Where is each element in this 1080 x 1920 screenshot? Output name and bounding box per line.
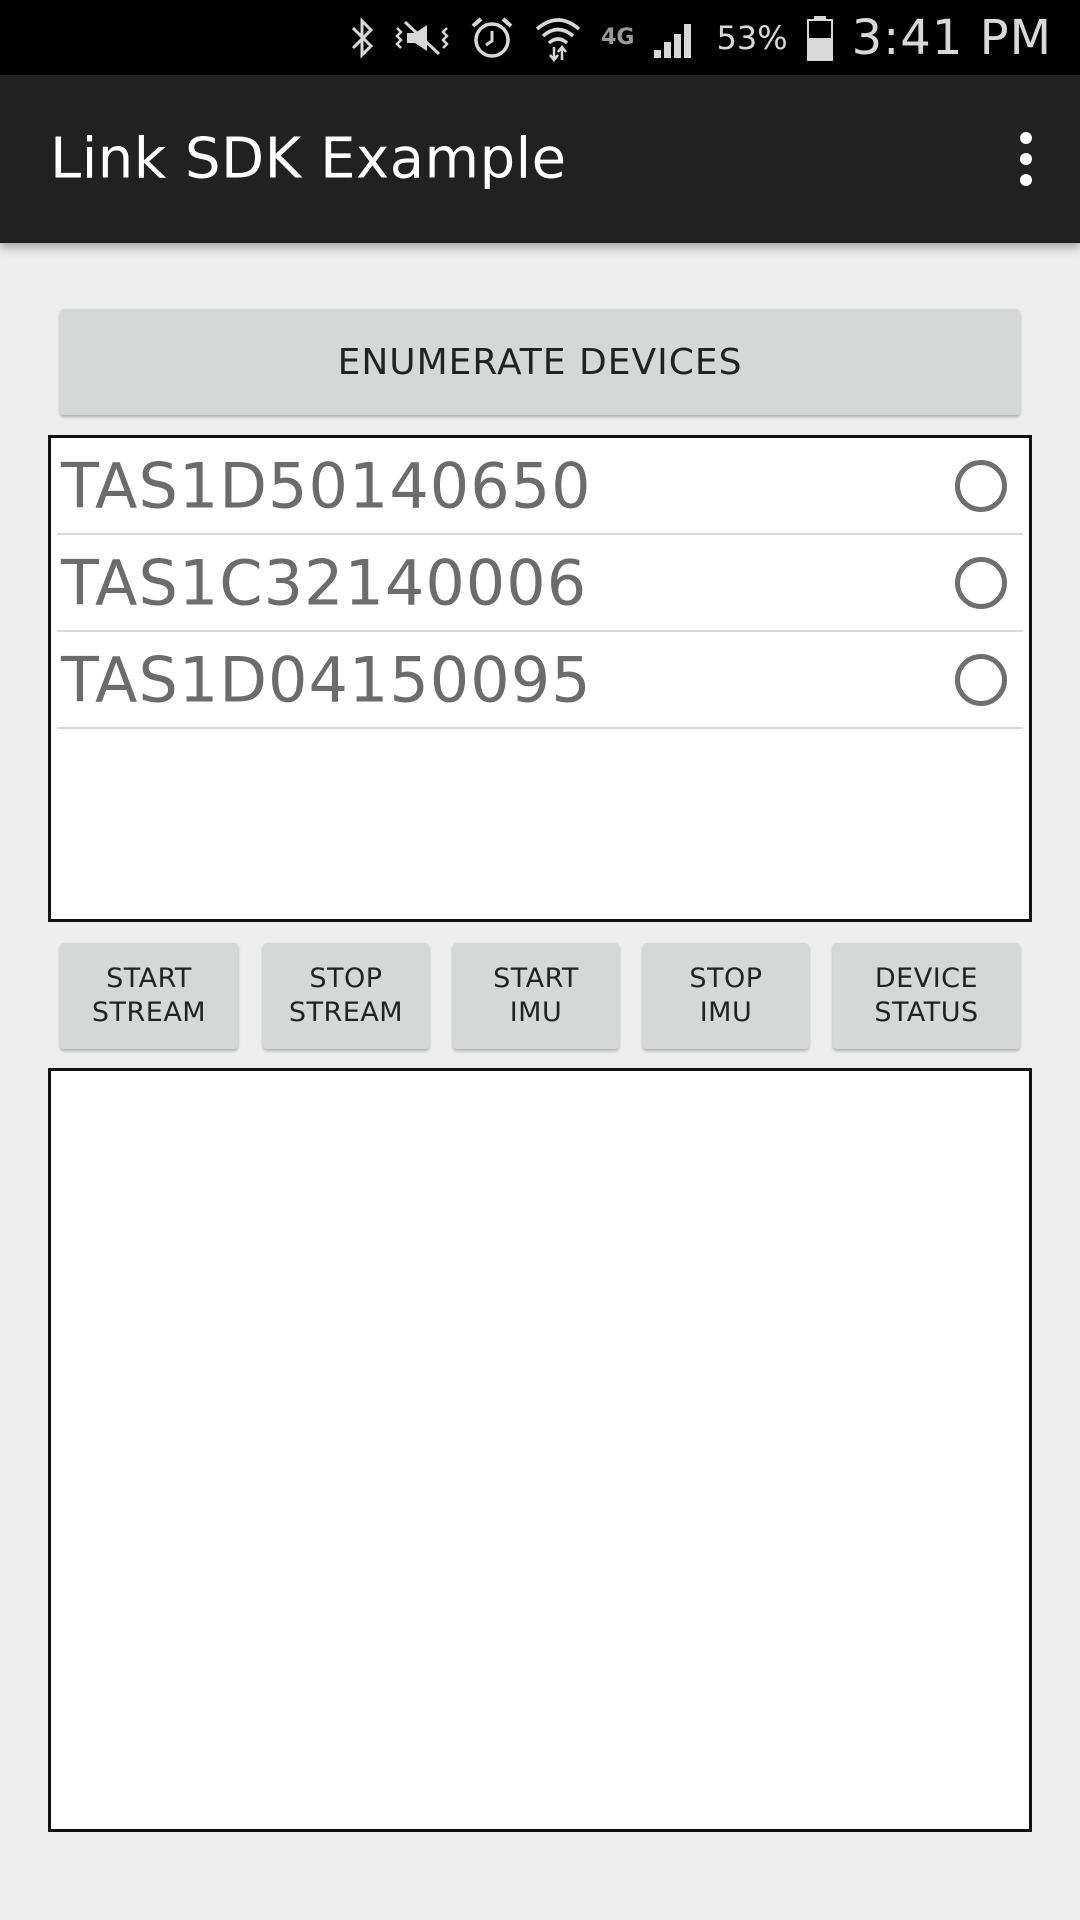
device-radio-button[interactable]	[955, 459, 1007, 512]
battery-icon	[806, 13, 834, 63]
alarm-icon	[469, 13, 515, 63]
app-title: Link SDK Example	[50, 126, 567, 192]
device-name: TAS1C32140006	[61, 546, 588, 619]
battery-percent: 53%	[716, 18, 788, 57]
bluetooth-icon	[349, 13, 375, 63]
enumerate-devices-button[interactable]: ENUMERATE DEVICES	[60, 309, 1020, 415]
vibrate-mute-icon	[393, 13, 451, 63]
device-list-item[interactable]: TAS1D50140650	[57, 438, 1023, 535]
device-list-item[interactable]: TAS1C32140006	[57, 535, 1023, 632]
device-status-button[interactable]: DEVICE STATUS	[833, 943, 1020, 1049]
clock: 3:41 PM	[851, 9, 1052, 66]
stop-imu-button[interactable]: STOP IMU	[643, 943, 809, 1049]
start-stream-button[interactable]: START STREAM	[60, 943, 238, 1049]
stop-stream-button[interactable]: STOP STREAM	[263, 943, 429, 1049]
status-bar: 4G 53% 3:41 PM	[0, 0, 1080, 75]
output-log-panel[interactable]	[48, 1068, 1032, 1832]
start-imu-button[interactable]: START IMU	[453, 943, 619, 1049]
app-bar: Link SDK Example	[0, 75, 1080, 243]
lte-4g-icon: 4G	[601, 25, 635, 50]
overflow-menu-icon[interactable]	[1006, 124, 1046, 194]
device-list-item[interactable]: TAS1D04150095	[57, 632, 1023, 729]
device-name: TAS1D04150095	[61, 643, 592, 716]
device-name: TAS1D50140650	[61, 449, 592, 522]
signal-icon	[652, 13, 698, 63]
device-list[interactable]: TAS1D50140650 TAS1C32140006 TAS1D0415009…	[48, 435, 1032, 922]
wifi-icon	[533, 13, 583, 63]
device-radio-button[interactable]	[955, 556, 1007, 609]
device-radio-button[interactable]	[955, 653, 1007, 706]
